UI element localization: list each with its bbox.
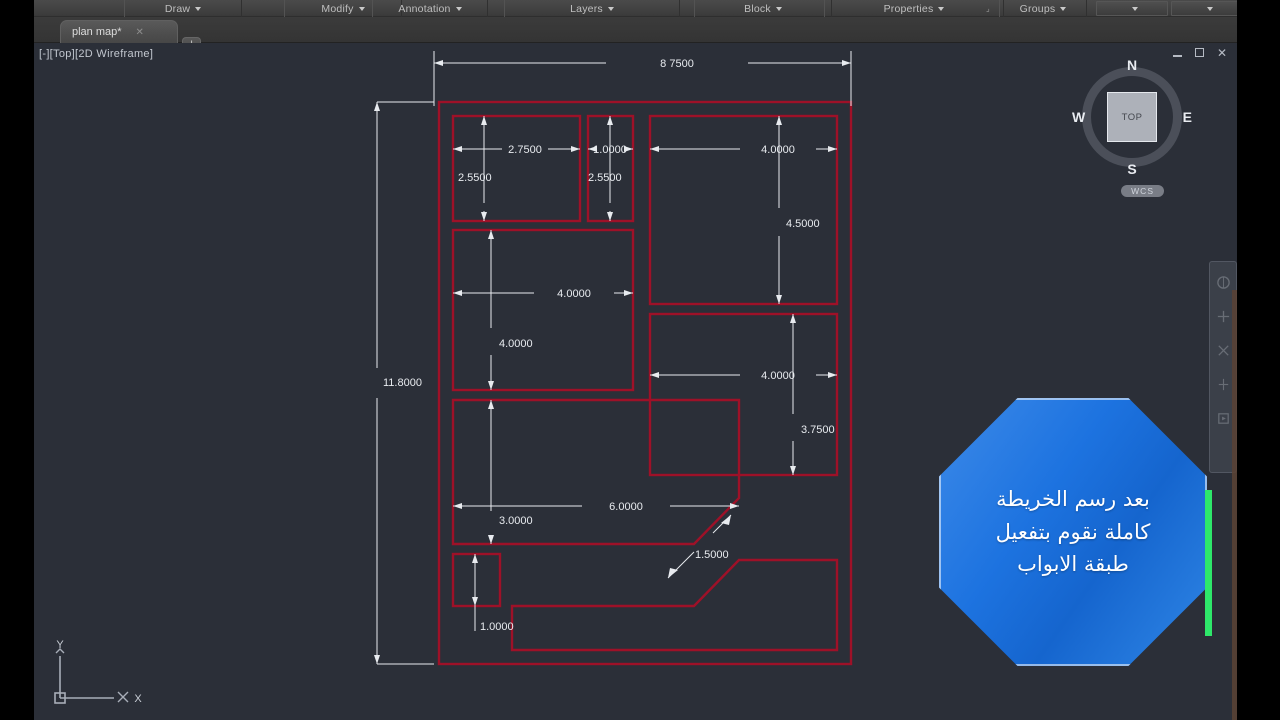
ribbon-panel-modify-label: Modify	[321, 2, 354, 15]
ribbon-panel-annotation[interactable]: Annotation	[372, 0, 488, 17]
dim-room1-width: 2.7500	[508, 144, 542, 156]
ribbon-bar: Draw Modify Annotation Layers Block Prop…	[34, 0, 1237, 17]
zoom-extents-icon[interactable]	[1215, 342, 1231, 358]
compass-south-label[interactable]: S	[1127, 161, 1136, 177]
dim-room3-height: 4.0000	[499, 338, 533, 350]
dim-closet-width: 1.0000	[593, 144, 627, 156]
chevron-down-icon	[607, 6, 614, 11]
dim-room4-width: 4.0000	[761, 370, 795, 382]
document-tab-label: plan map*	[72, 26, 122, 38]
ribbon-panel-properties[interactable]: Properties	[824, 0, 1004, 17]
callout-line-2: كاملة نقوم بتفعيل	[995, 519, 1151, 544]
viewcube[interactable]: TOP N S W E	[1072, 57, 1192, 177]
dim-room5-height: 3.0000	[499, 515, 533, 527]
compass-east-label[interactable]: E	[1183, 109, 1192, 125]
dimension-labels: 8 7500 11.8000 2.7500 2.5500 1.0000 2.55…	[383, 58, 835, 633]
callout-line-1: بعد رسم الخريطة	[996, 487, 1150, 512]
viewcube-top-face[interactable]: TOP	[1107, 92, 1157, 142]
close-icon[interactable]: ✕	[136, 27, 144, 38]
dim-room4-height: 3.7500	[801, 424, 835, 436]
ucs-icon: Y X	[54, 640, 142, 705]
dim-overall-height: 11.8000	[383, 377, 422, 389]
dim-room5-width: 6.0000	[609, 501, 643, 513]
ucs-x-label: X	[134, 693, 142, 705]
compass-north-label[interactable]: N	[1127, 57, 1137, 73]
ribbon-panel-layers-label: Layers	[570, 2, 603, 15]
orbit-icon[interactable]	[1215, 376, 1231, 392]
dim-chamfer: 1.5000	[695, 549, 729, 561]
coordinate-system-selector[interactable]: WCS	[1121, 185, 1164, 197]
compass-west-label[interactable]: W	[1072, 109, 1085, 125]
wall-lines	[437, 100, 853, 666]
ribbon-panel-properties-label: Properties	[883, 2, 934, 15]
dim-closet-height: 2.5500	[588, 172, 622, 184]
ribbon-minipanel-2[interactable]	[1171, 1, 1237, 16]
showmotion-icon[interactable]	[1215, 410, 1231, 426]
ribbon-panel-groups-label: Groups	[1019, 2, 1056, 15]
autocad-window: Draw Modify Annotation Layers Block Prop…	[34, 0, 1237, 720]
ribbon-panel-groups[interactable]: Groups	[999, 0, 1087, 17]
chevron-down-icon	[1131, 6, 1138, 11]
pan-icon[interactable]	[1215, 308, 1231, 324]
chevron-down-icon	[938, 6, 945, 11]
ucs-y-label: Y	[56, 640, 64, 651]
drawing-canvas[interactable]: [-][Top][2D Wireframe] ✕ 8 7500 11.8000 …	[34, 43, 1237, 720]
dim-room1-height: 2.5500	[458, 172, 492, 184]
dim-overall-width: 8 7500	[660, 58, 694, 70]
callout-line-3: طبقة الابواب	[1017, 552, 1129, 577]
ribbon-panel-draw[interactable]: Draw	[124, 0, 242, 17]
green-accent-strip	[1205, 490, 1212, 636]
ribbon-minipanel-1[interactable]	[1096, 1, 1168, 16]
letterbox-left	[0, 0, 34, 720]
dim-room3-width: 4.0000	[557, 288, 591, 300]
document-tab-strip: ✛ plan map* ✕	[34, 17, 1237, 51]
chevron-down-icon	[455, 6, 462, 11]
dim-small-room: 1.0000	[480, 621, 514, 633]
dialog-launcher-icon[interactable]: ⌟	[986, 4, 990, 13]
ribbon-panel-draw-label: Draw	[164, 2, 191, 15]
chevron-down-icon	[358, 6, 365, 11]
chevron-down-icon	[1060, 6, 1067, 11]
dim-room2-width: 4.0000	[761, 144, 795, 156]
chevron-down-icon	[195, 6, 202, 11]
ribbon-panel-block-label: Block	[744, 2, 771, 15]
ribbon-panel-block[interactable]: Block	[694, 0, 832, 17]
chevron-down-icon	[1206, 6, 1213, 11]
arabic-callout: بعد رسم الخريطة كاملة نقوم بتفعيل طبقة الا…	[939, 398, 1212, 666]
steering-wheel-icon[interactable]	[1215, 274, 1231, 290]
ribbon-panel-annotation-label: Annotation	[398, 2, 451, 15]
document-tab-plan-map[interactable]: plan map* ✕	[60, 20, 178, 43]
screen-root: Draw Modify Annotation Layers Block Prop…	[0, 0, 1280, 720]
octagon-shape: بعد رسم الخريطة كاملة نقوم بتفعيل طبقة الا…	[939, 398, 1207, 666]
dim-room2-height: 4.5000	[786, 218, 820, 230]
chevron-down-icon	[775, 6, 782, 11]
letterbox-right	[1237, 0, 1280, 720]
ribbon-panel-layers[interactable]: Layers	[504, 0, 680, 17]
callout-text: بعد رسم الخريطة كاملة نقوم بتفعيل طبقة الا…	[974, 483, 1173, 581]
dimension-lines	[374, 51, 852, 665]
